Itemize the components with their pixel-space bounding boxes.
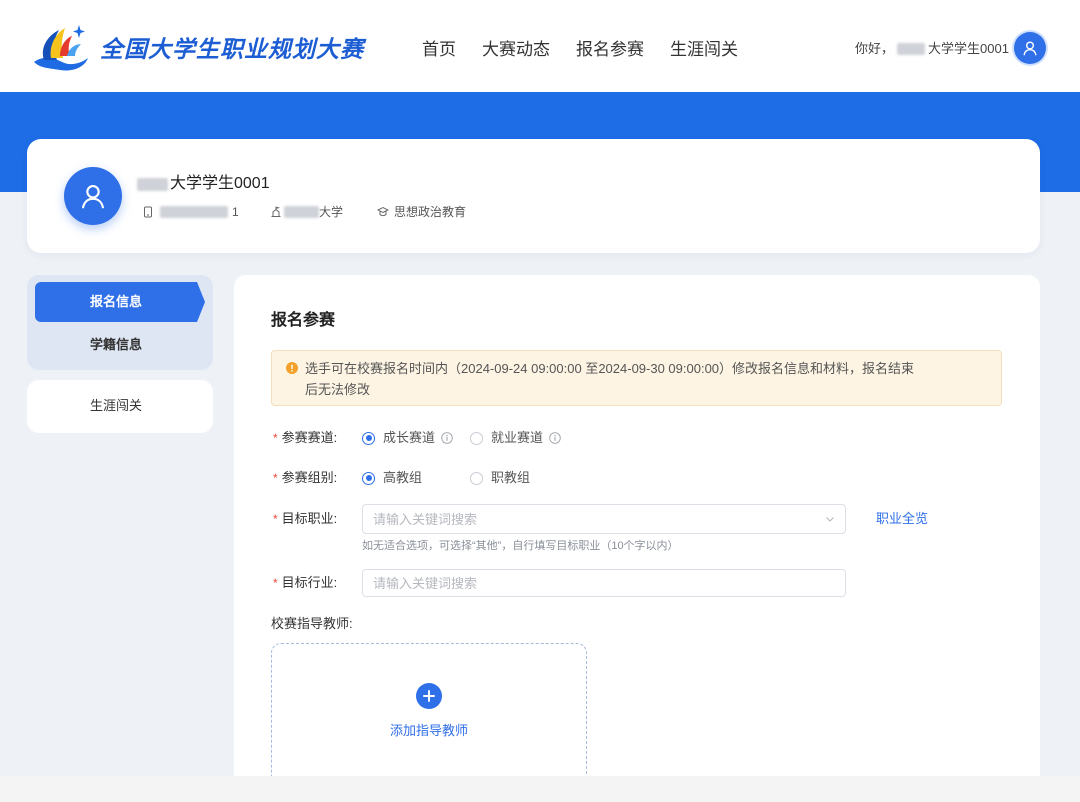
notice-text: 选手可在校赛报名时间内（2024-09-24 09:00:00 至2024-09… <box>305 358 914 400</box>
group-label: * 参赛组别: <box>271 470 337 486</box>
page-title: 报名参赛 <box>271 312 336 329</box>
radio-label: 职教组 <box>491 470 531 485</box>
required-mark: * <box>273 431 278 445</box>
notice-line: 后无法修改 <box>305 382 371 397</box>
greeting-text: 你好， <box>855 41 895 56</box>
chevron-graphic <box>826 517 834 522</box>
radio-higher-education[interactable]: 高教组 <box>362 470 422 486</box>
user-icon <box>82 185 104 209</box>
profile-major-text: 思想政治教育 <box>394 205 467 219</box>
school-icon <box>270 206 282 218</box>
profile-avatar <box>64 167 122 225</box>
bottom-strip <box>0 776 1080 802</box>
add-advisor-button[interactable]: 添加指导教师 <box>271 643 587 776</box>
notice-line: 选手可在校赛报名时间内（2024-09-24 09:00:00 至2024-09… <box>305 361 915 376</box>
notice-banner: 选手可在校赛报名时间内（2024-09-24 09:00:00 至2024-09… <box>271 350 1002 406</box>
add-advisor-label: 添加指导教师 <box>389 723 468 738</box>
profile-card: 大学学生0001 1 大学 思想政治教育 <box>27 139 1040 253</box>
main-nav: 首页 大赛动态 报名参赛 生涯闯关 <box>422 38 738 62</box>
sidebar-item-career-challenge[interactable]: 生涯闯关 <box>35 386 197 426</box>
sidebar-group-career: 生涯闯关 <box>27 380 213 433</box>
required-mark: * <box>273 512 278 526</box>
info-graphic <box>441 432 453 444</box>
profile-phone-text: 1 <box>232 205 239 219</box>
target-industry-label: * 目标行业: <box>271 575 337 591</box>
registration-form-card: 报名参赛 选手可在校赛报名时间内（2024-09-24 09:00:00 至20… <box>234 275 1040 776</box>
warning-icon <box>286 362 298 374</box>
target-job-label-text: 目标职业: <box>281 511 338 526</box>
plus-circle-icon[interactable] <box>416 683 442 709</box>
target-job-label: * 目标职业: <box>271 511 337 527</box>
redacted-block <box>137 177 168 191</box>
nav-career-challenge[interactable]: 生涯闯关 <box>670 38 738 62</box>
top-header: 全国大学生职业规划大赛 首页 大赛动态 报名参赛 生涯闯关 你好， 大学学生00… <box>0 0 1080 92</box>
profile-school-text: 大学 <box>319 205 344 219</box>
group-label-text: 参赛组别: <box>281 470 338 485</box>
site-title: 全国大学生职业规划大赛 <box>100 36 364 62</box>
profile-major: 思想政治教育 <box>377 205 466 219</box>
target-industry-label-text: 目标行业: <box>281 575 338 590</box>
nav-register[interactable]: 报名参赛 <box>576 38 644 62</box>
required-mark: * <box>273 576 278 590</box>
username-text: 大学学生0001 <box>928 41 1009 56</box>
target-job-select[interactable] <box>362 504 846 534</box>
info-icon[interactable] <box>549 432 561 444</box>
nav-news[interactable]: 大赛动态 <box>482 38 550 62</box>
user-icon <box>1023 41 1037 56</box>
phone-graphic <box>144 206 152 218</box>
radio-circle[interactable] <box>362 471 375 485</box>
phone-icon <box>142 206 154 218</box>
profile-name-row: 大学学生0001 <box>137 175 270 193</box>
school-graphic <box>271 206 281 217</box>
info-graphic <box>549 432 561 444</box>
job-overview-link[interactable]: 职业全览 <box>876 511 928 527</box>
radio-label: 就业赛道 <box>491 430 544 445</box>
track-label: * 参赛赛道: <box>271 430 337 446</box>
logo-icon <box>32 22 90 74</box>
advisor-label: 校赛指导教师: <box>271 616 353 631</box>
radio-label: 高教组 <box>383 470 423 485</box>
sidebar-item-registration-info[interactable]: 报名信息 <box>35 282 205 322</box>
user-greeting: 你好， 大学学生0001 <box>855 41 1009 57</box>
redacted-block <box>897 43 926 55</box>
sidebar-group-registration: 报名信息 学籍信息 <box>27 275 213 370</box>
target-job-hint: 如无适合选项，可选择“其他”，自行填写目标职业（10个字以内） <box>362 540 679 552</box>
nav-home[interactable]: 首页 <box>422 38 456 62</box>
major-graphic <box>377 206 389 217</box>
target-industry-field[interactable] <box>362 569 846 597</box>
required-mark: * <box>273 471 278 485</box>
profile-school: 大学 <box>270 205 343 219</box>
sidebar-item-student-status[interactable]: 学籍信息 <box>35 325 197 365</box>
target-industry-input[interactable] <box>363 570 845 596</box>
profile-phone: 1 <box>142 205 239 219</box>
chevron-down-icon[interactable] <box>824 513 836 525</box>
radio-employment-track[interactable]: 就业赛道 <box>470 430 561 446</box>
track-label-text: 参赛赛道: <box>281 430 338 445</box>
target-job-input[interactable] <box>363 505 845 533</box>
radio-vocational-education[interactable]: 职教组 <box>470 470 530 486</box>
user-avatar[interactable] <box>1014 32 1046 64</box>
plus-graphic <box>416 683 442 709</box>
redacted-block <box>160 206 228 218</box>
radio-circle[interactable] <box>362 431 375 445</box>
radio-circle[interactable] <box>470 471 483 485</box>
major-icon <box>377 206 389 218</box>
page: 全国大学生职业规划大赛 首页 大赛动态 报名参赛 生涯闯关 你好， 大学学生00… <box>0 0 1080 776</box>
radio-circle[interactable] <box>470 431 483 445</box>
profile-name: 大学学生0001 <box>170 175 270 192</box>
info-icon[interactable] <box>441 432 453 444</box>
warning-graphic <box>286 362 298 374</box>
logo-graphic <box>34 25 88 71</box>
radio-label: 成长赛道 <box>383 430 436 445</box>
radio-growth-track[interactable]: 成长赛道 <box>362 430 453 446</box>
redacted-block <box>284 206 319 218</box>
